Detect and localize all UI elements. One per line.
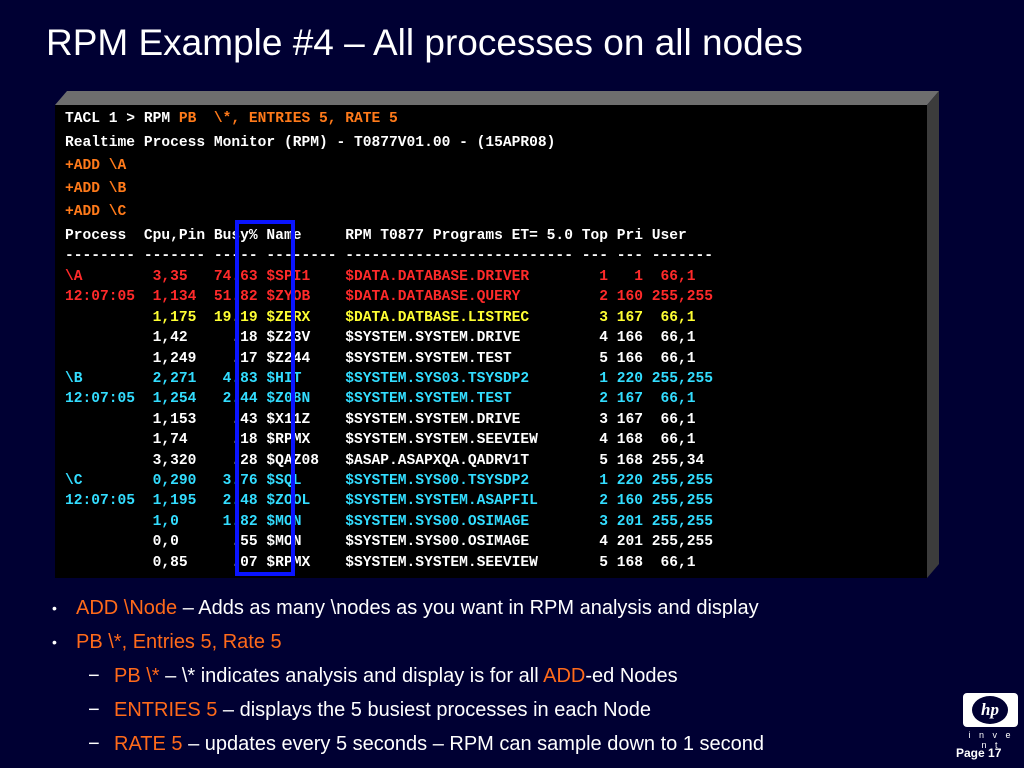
terminal-add-line: +ADD \B xyxy=(65,181,127,197)
sub-bullet-text: – updates every 5 seconds – RPM can samp… xyxy=(182,733,764,755)
terminal-table-row: 1,175 19.19 $ZERX $DATA.DATBASE.LISTREC … xyxy=(65,309,696,326)
bullet-highlight: PB \*, Entries 5, Rate 5 xyxy=(76,631,282,653)
bullet-mark: • xyxy=(52,634,57,650)
page-number: Page 17 xyxy=(956,746,1002,760)
terminal-screen[interactable]: TACL 1 > RPM PB \*, ENTRIES 5, RATE 5 Re… xyxy=(55,105,927,578)
terminal-bevel-top xyxy=(55,91,939,105)
bullet-highlight: ADD \Node xyxy=(76,597,178,619)
terminal-table-separator: -------- ------- ----- -------- --------… xyxy=(65,248,714,264)
sub-bullet-mark: − xyxy=(88,665,100,687)
hp-logo: hp xyxy=(963,693,1018,727)
terminal-table-row: \C 0,290 3.76 $SQL $SYSTEM.SYS00.TSYSDP2… xyxy=(65,473,714,489)
sub-bullet-highlight-add: ADD xyxy=(543,665,586,687)
hp-logo-icon: hp xyxy=(972,696,1008,724)
terminal-table-row: 1,74 .18 $RPMX $SYSTEM.SYSTEM.SEEVIEW 4 … xyxy=(65,432,696,449)
sub-bullet-mark: − xyxy=(88,733,100,755)
sub-bullet-text: – \* indicates analysis and display is f… xyxy=(159,665,544,687)
terminal-table-row: 12:07:05 1,254 2.44 $Z08N $SYSTEM.SYSTEM… xyxy=(65,391,696,408)
bullet-text: – Adds as many \nodes as you want in RPM… xyxy=(177,597,759,619)
terminal-table-row: 12:07:05 1,134 51.82 $ZYOB $DATA.DATABAS… xyxy=(65,289,714,306)
bullet-mark: • xyxy=(52,600,57,616)
terminal-table-header: Process Cpu,Pin Busy% Name RPM T0877 Pro… xyxy=(65,228,687,244)
terminal-table-row: 1,249 .17 $Z244 $SYSTEM.SYSTEM.TEST 5 16… xyxy=(65,350,696,367)
terminal-table-row: 1,0 1.82 $MON $SYSTEM.SYS00.OSIMAGE 3 20… xyxy=(65,513,714,530)
terminal-table-row: \B 2,271 4.83 $HIT $SYSTEM.SYS03.TSYSDP2… xyxy=(65,371,714,387)
terminal-add-line: +ADD \C xyxy=(65,204,127,220)
terminal-table-row: 12:07:05 1,195 2.48 $ZOOL $SYSTEM.SYSTEM… xyxy=(65,493,714,510)
busy-column-highlight-box xyxy=(235,220,295,576)
sub-bullet-highlight: PB \* xyxy=(114,665,160,687)
terminal-table-row: 1,153 .43 $X11Z $SYSTEM.SYSTEM.DRIVE 3 1… xyxy=(65,411,696,428)
terminal-prompt: TACL 1 > RPM xyxy=(65,111,179,127)
terminal-table-row: 0,0 .55 $MON $SYSTEM.SYS00.OSIMAGE 4 201… xyxy=(65,534,714,551)
terminal-bevel-right xyxy=(927,91,939,578)
sub-bullet-mark: − xyxy=(88,699,100,721)
terminal-banner: Realtime Process Monitor (RPM) - T0877V0… xyxy=(65,135,556,151)
terminal-window: TACL 1 > RPM PB \*, ENTRIES 5, RATE 5 Re… xyxy=(55,91,939,578)
sub-bullet-text-tail: -ed Nodes xyxy=(585,665,678,687)
terminal-table-row: 0,85 .07 $RPMX $SYSTEM.SYSTEM.SEEVIEW 5 … xyxy=(65,554,696,571)
sub-bullet-text: – displays the 5 busiest processes in ea… xyxy=(217,699,651,721)
sub-bullet-highlight: ENTRIES 5 xyxy=(114,699,218,721)
terminal-command-args: PB \*, ENTRIES 5, RATE 5 xyxy=(178,111,398,127)
sub-bullet-highlight: RATE 5 xyxy=(114,733,183,755)
terminal-table-row: \A 3,35 74.63 $SPI1 $DATA.DATABASE.DRIVE… xyxy=(65,269,696,285)
slide-title: RPM Example #4 – All processes on all no… xyxy=(46,22,803,63)
terminal-table-row: 3,320 .28 $QAZ08 $ASAP.ASAPXQA.QADRV1T 5… xyxy=(65,452,705,469)
terminal-add-line: +ADD \A xyxy=(65,158,127,174)
terminal-command-line: TACL 1 > RPM PB \*, ENTRIES 5, RATE 5 xyxy=(65,111,398,127)
terminal-table-row: 1,42 .18 $Z23V $SYSTEM.SYSTEM.DRIVE 4 16… xyxy=(65,330,696,347)
